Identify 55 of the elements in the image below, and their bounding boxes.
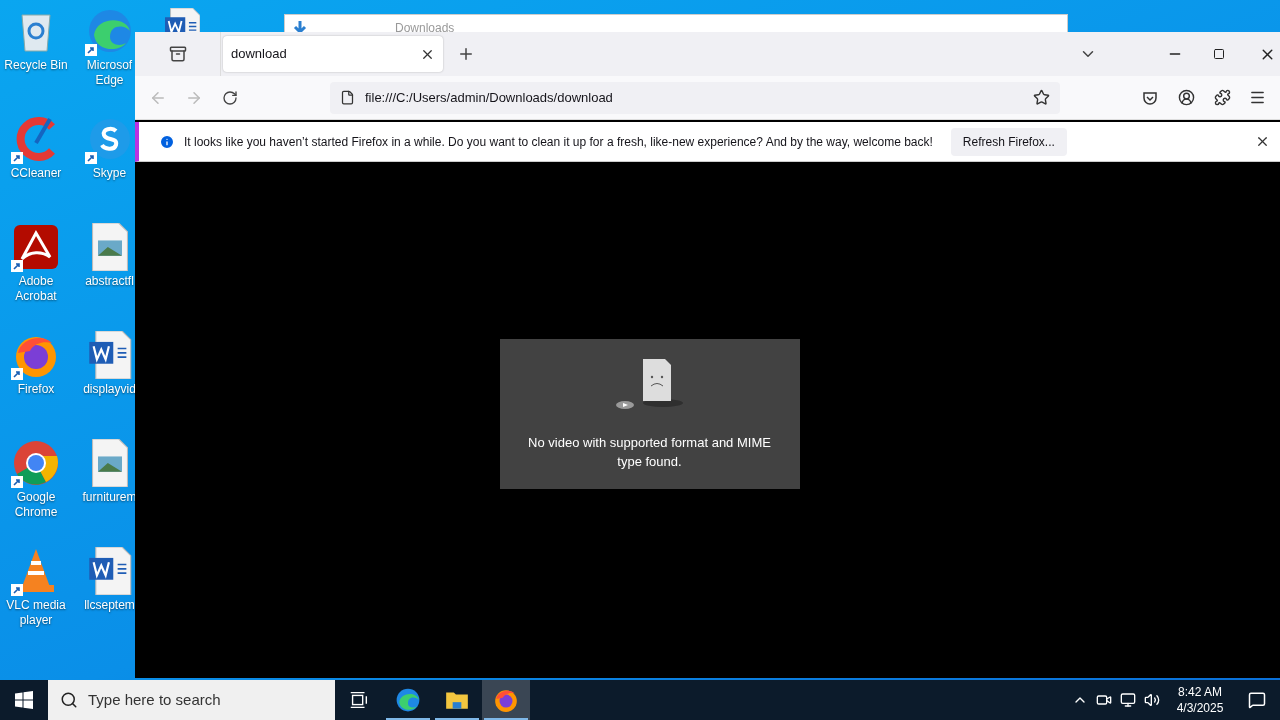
desktop-icon-label[interactable]: Edge xyxy=(95,73,124,88)
desktop-icon-label[interactable]: Chrome xyxy=(14,505,58,520)
notification-message: It looks like you haven’t started Firefox in a while. Do you want to clean it up for a fresh, like-new experience? And by the way, welcome back! xyxy=(184,133,933,151)
close-notification-icon[interactable] xyxy=(1255,134,1270,149)
acrobat-icon xyxy=(12,223,60,271)
desktop-icon-label[interactable]: Recycle Bin xyxy=(4,58,68,73)
file-icon xyxy=(340,90,355,105)
shortcut-arrow-icon xyxy=(11,368,23,380)
desktop-icon-label[interactable]: Microsof xyxy=(86,58,133,73)
extensions-icon[interactable] xyxy=(1214,89,1231,106)
bookmark-star-icon[interactable] xyxy=(1033,89,1050,106)
chrome-icon xyxy=(12,439,60,487)
volume-icon[interactable] xyxy=(1144,692,1160,708)
maximize-icon[interactable] xyxy=(1213,48,1225,60)
browser-tab[interactable]: download xyxy=(223,36,443,72)
download-arrow-icon xyxy=(293,21,307,35)
firefox-icon xyxy=(493,687,519,713)
shortcut-arrow-icon xyxy=(84,152,97,164)
start-windows-icon[interactable] xyxy=(15,691,33,709)
shortcut-arrow-icon xyxy=(11,476,23,488)
task-view-icon xyxy=(348,689,370,711)
desktop-icon-label[interactable]: displayvid xyxy=(83,382,136,397)
notifications-icon[interactable] xyxy=(1248,691,1266,709)
new-tab-icon[interactable] xyxy=(457,45,475,63)
menu-icon[interactable] xyxy=(1249,89,1266,106)
desktop-icon-label[interactable]: Google xyxy=(16,490,56,505)
shortcut-arrow-icon xyxy=(84,44,97,56)
error-message: No video with supported format and MIME type found. xyxy=(527,434,772,471)
desktop-icon-label[interactable]: Skype xyxy=(92,166,127,181)
desktop-icon-label[interactable]: CCleaner xyxy=(10,166,62,181)
broken-file-drawing xyxy=(614,357,685,411)
desktop-icon-label[interactable]: Firefox xyxy=(17,382,55,397)
shortcut-arrow-icon xyxy=(11,260,23,272)
address-bar[interactable]: file:///C:/Users/admin/Downloads/download xyxy=(330,81,1060,114)
shortcut-arrow-icon xyxy=(11,152,23,164)
search-icon xyxy=(60,691,78,709)
taskbar-search-field[interactable]: Type here to search xyxy=(48,680,335,720)
edge-icon xyxy=(395,687,421,713)
desktop-icon-label[interactable]: abstractfl xyxy=(85,274,134,289)
window-title: Downloads xyxy=(395,21,455,35)
clock[interactable]: 8:42 AM 4/3/2025 xyxy=(1170,684,1230,716)
desktop-icon-label[interactable]: player xyxy=(19,613,53,628)
desktop-icon-label[interactable]: VLC media xyxy=(6,598,66,613)
info-icon xyxy=(159,133,175,150)
pocket-icon[interactable] xyxy=(1142,89,1158,106)
shortcut-arrow-icon xyxy=(11,584,23,596)
desktop-icon-label[interactable]: furniturem xyxy=(82,490,137,505)
reload-icon[interactable] xyxy=(222,89,238,106)
desktop-icon-label[interactable]: llcseptem xyxy=(84,598,135,613)
camera-icon[interactable] xyxy=(1096,692,1112,708)
refresh-firefox-button[interactable]: Refresh Firefox... xyxy=(950,127,1067,156)
desktop-icon-label[interactable]: Adobe xyxy=(18,274,54,289)
account-icon[interactable] xyxy=(1178,89,1195,106)
desktop-icon-label[interactable]: Acrobat xyxy=(15,289,57,304)
tab-list-icon[interactable] xyxy=(168,45,187,63)
